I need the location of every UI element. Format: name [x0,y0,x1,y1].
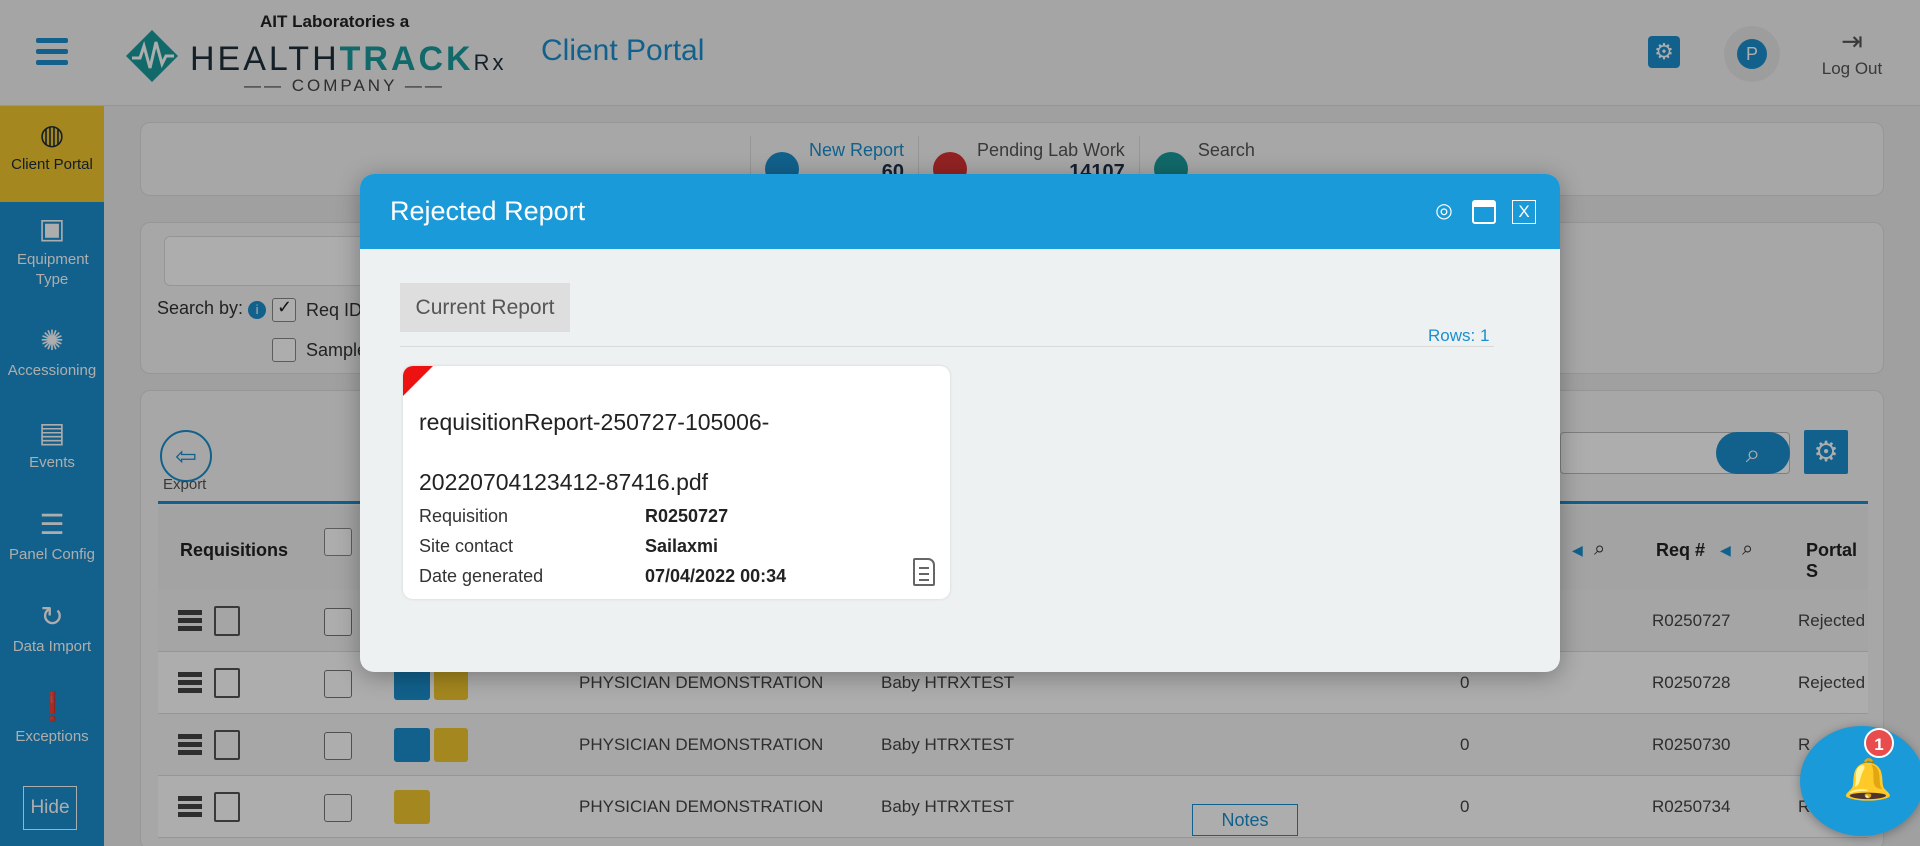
bell-icon: 🔔 [1843,758,1893,802]
notification-badge: 1 [1864,728,1894,758]
site-contact-row: Site contact Sailaxmi [419,536,718,557]
site-contact-label: Site contact [419,536,514,556]
report-filename: requisitionReport-250727-105006- 2022070… [419,392,919,512]
site-contact-value: Sailaxmi [645,536,719,556]
report-filename-line2: 20220704123412-87416.pdf [419,469,709,495]
date-generated-label: Date generated [419,566,544,586]
requisition-value: R0250727 [645,506,729,526]
notification-bell-button[interactable]: 🔔 [1800,726,1920,836]
close-button[interactable]: X [1512,200,1536,224]
aperture-icon[interactable]: ◎ [1432,200,1456,224]
date-generated-value: 07/04/2022 00:34 [645,566,787,586]
tab-current-report[interactable]: Current Report [400,283,570,332]
requisition-row: Requisition R0250727 [419,506,728,527]
rejected-report-modal: Rejected Report ◎ X Current Report Rows:… [360,174,1560,672]
requisition-label: Requisition [419,506,509,526]
date-generated-row: Date generated 07/04/2022 00:34 [419,566,786,587]
document-icon[interactable] [913,558,935,586]
modal-title: Rejected Report [390,196,586,226]
report-filename-line1: requisitionReport-250727-105006- [419,409,770,435]
maximize-icon[interactable] [1472,200,1496,224]
modal-header: Rejected Report ◎ X [360,174,1560,249]
tab-divider [400,346,1494,347]
report-card[interactable]: requisitionReport-250727-105006- 2022070… [403,366,950,599]
rows-count: Rows: 1 [1428,326,1490,345]
